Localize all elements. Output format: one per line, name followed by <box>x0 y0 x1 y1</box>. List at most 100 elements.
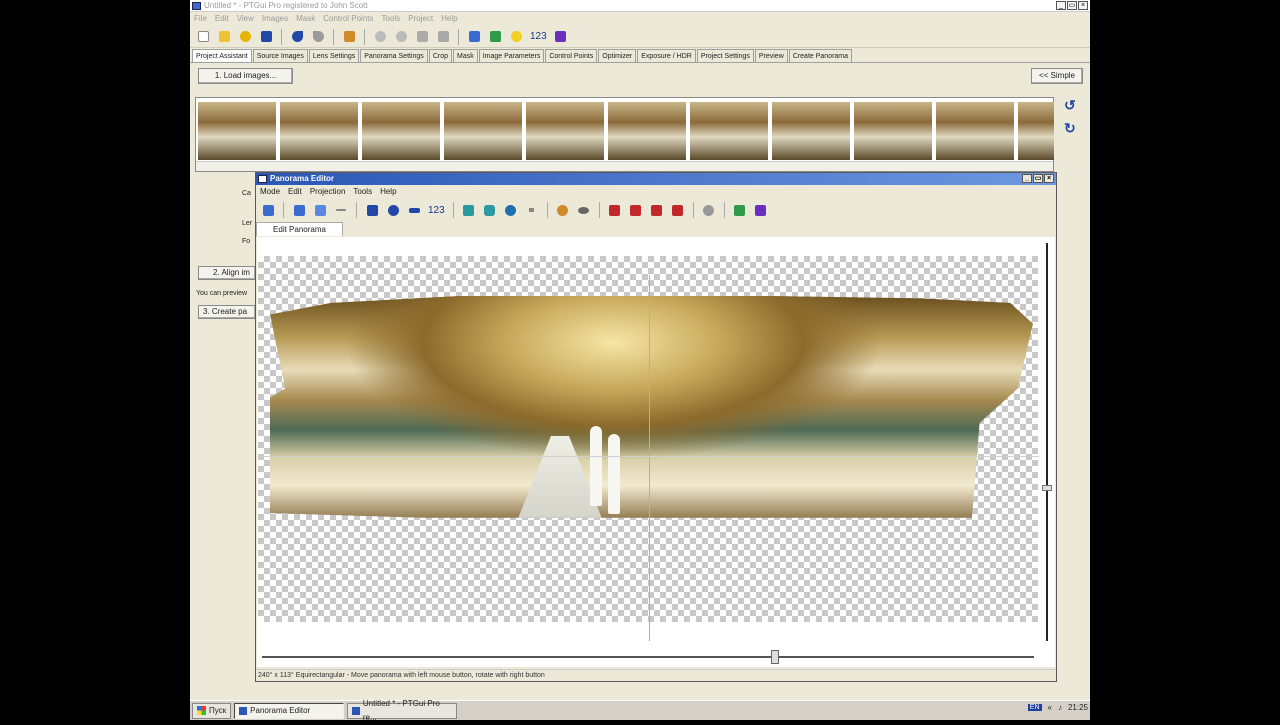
volume-icon[interactable]: ♪ <box>1058 703 1062 712</box>
menu-help[interactable]: Help <box>380 185 396 198</box>
thumbnail-image[interactable] <box>362 102 440 160</box>
tab-crop[interactable]: Crop <box>428 49 452 62</box>
restore-button[interactable]: ▭ <box>1067 1 1077 10</box>
menu-edit[interactable]: Edit <box>288 185 302 198</box>
select-tool-icon[interactable] <box>259 201 277 219</box>
editor-minimize-button[interactable]: _ <box>1022 174 1032 183</box>
editor-restore-button[interactable]: ▭ <box>1033 174 1043 183</box>
thumbnail-image[interactable] <box>936 102 1014 160</box>
load-images-button[interactable]: 1. Load images... <box>198 68 293 84</box>
right-view-icon[interactable] <box>648 201 666 219</box>
tab-exposure-hdr[interactable]: Exposure / HDR <box>637 49 696 62</box>
zoom-in-icon[interactable] <box>371 28 389 46</box>
editor-close-button[interactable]: × <box>1044 174 1054 183</box>
fov-slider-handle[interactable] <box>771 650 779 664</box>
equirectangular-projection-icon[interactable] <box>502 201 520 219</box>
menu-project[interactable]: Project <box>408 12 433 26</box>
pitch-slider-handle[interactable] <box>1042 485 1052 491</box>
menu-tools[interactable]: Tools <box>382 12 401 26</box>
language-indicator[interactable]: EN <box>1027 704 1042 711</box>
previous-icon[interactable] <box>413 28 431 46</box>
zoom-out-icon[interactable] <box>392 28 410 46</box>
menu-help[interactable]: Help <box>441 12 457 26</box>
save-icon[interactable] <box>257 28 275 46</box>
source-images-strip[interactable] <box>195 97 1054 172</box>
tab-optimizer[interactable]: Optimizer <box>598 49 637 62</box>
menu-view[interactable]: View <box>237 12 254 26</box>
create-panorama-button[interactable]: 3. Create pa <box>198 305 256 319</box>
tab-lens-settings[interactable]: Lens Settings <box>308 49 360 62</box>
new-project-icon[interactable] <box>194 28 212 46</box>
level-icon[interactable] <box>405 201 423 219</box>
menu-tools[interactable]: Tools <box>353 185 372 198</box>
menu-images[interactable]: Images <box>262 12 288 26</box>
open-project-icon[interactable] <box>215 28 233 46</box>
thumbnail-image[interactable] <box>772 102 850 160</box>
panorama-preview-image[interactable] <box>270 296 1033 518</box>
tab-project-settings[interactable]: Project Settings <box>696 49 754 62</box>
tab-source-images[interactable]: Source Images <box>252 49 308 62</box>
panorama-canvas[interactable] <box>257 237 1055 667</box>
fit-panorama-icon[interactable] <box>363 201 381 219</box>
tab-project-assistant[interactable]: Project Assistant <box>192 49 252 62</box>
left-view-icon[interactable] <box>627 201 645 219</box>
open-recent-icon[interactable] <box>236 28 254 46</box>
menu-mode[interactable]: Mode <box>260 185 280 198</box>
taskbar-item-panorama-editor[interactable]: Panorama Editor <box>234 702 345 719</box>
close-button[interactable]: × <box>1078 1 1088 10</box>
tab-panorama-settings[interactable]: Panorama Settings <box>360 49 428 62</box>
start-button[interactable]: Пуск <box>192 702 232 719</box>
tab-control-points[interactable]: Control Points <box>545 49 598 62</box>
tab-create-panorama[interactable]: Create Panorama <box>788 49 853 62</box>
image-layers-icon[interactable] <box>290 201 308 219</box>
lightbulb-icon[interactable] <box>507 28 525 46</box>
image-number-icon[interactable] <box>700 201 718 219</box>
thumbnail-image[interactable] <box>690 102 768 160</box>
thumbnail-image[interactable] <box>854 102 932 160</box>
undo-icon[interactable] <box>288 28 306 46</box>
window-icon[interactable] <box>731 201 749 219</box>
taskbar-item-ptgui[interactable]: Untitled * - PTGui Pro re... <box>347 699 458 722</box>
thumbnail-image[interactable] <box>198 102 276 160</box>
menu-mask[interactable]: Mask <box>296 12 315 26</box>
menu-control-points[interactable]: Control Points <box>323 12 373 26</box>
batch-icon[interactable] <box>752 201 770 219</box>
next-icon[interactable] <box>434 28 452 46</box>
batch-stitcher-icon[interactable] <box>552 28 570 46</box>
zoom-icon[interactable] <box>554 201 572 219</box>
tab-edit-panorama[interactable]: Edit Panorama <box>256 222 343 236</box>
rectilinear-projection-icon[interactable] <box>460 201 478 219</box>
thumbnail-image[interactable] <box>526 102 604 160</box>
tray-expand-icon[interactable]: « <box>1048 703 1052 712</box>
redo-icon[interactable] <box>309 28 327 46</box>
menu-file[interactable]: File <box>194 12 207 26</box>
crosshair-icon[interactable] <box>332 201 350 219</box>
thumbnail-image[interactable] <box>280 102 358 160</box>
minimize-button[interactable]: _ <box>1056 1 1066 10</box>
numbers-icon[interactable]: 123 <box>528 31 549 42</box>
menu-projection[interactable]: Projection <box>310 185 346 198</box>
pitch-slider-track[interactable] <box>1046 243 1048 641</box>
tab-preview[interactable]: Preview <box>754 49 788 62</box>
center-point-icon[interactable] <box>384 201 402 219</box>
menu-edit[interactable]: Edit <box>215 12 229 26</box>
strip-scrollbar[interactable] <box>196 161 1053 171</box>
align-images-icon[interactable] <box>340 28 358 46</box>
thumbnail-image[interactable] <box>1018 102 1054 160</box>
cylindrical-projection-icon[interactable] <box>481 201 499 219</box>
back-view-icon[interactable] <box>669 201 687 219</box>
simple-mode-button[interactable]: << Simple <box>1031 68 1083 84</box>
preview-eye-icon[interactable] <box>575 201 593 219</box>
tab-mask[interactable]: Mask <box>453 49 478 62</box>
numbers-icon[interactable]: 123 <box>426 205 447 216</box>
table-icon[interactable] <box>486 28 504 46</box>
projection-dropdown-icon[interactable] <box>523 201 541 219</box>
thumbnail-image[interactable] <box>608 102 686 160</box>
drag-mode-icon[interactable] <box>311 201 329 219</box>
flat-view-icon[interactable] <box>606 201 624 219</box>
panorama-editor-icon[interactable] <box>465 28 483 46</box>
thumbnail-image[interactable] <box>444 102 522 160</box>
rotate-right-icon[interactable]: ↻ <box>1064 120 1076 137</box>
tab-image-parameters[interactable]: Image Parameters <box>478 49 545 62</box>
align-images-button[interactable]: 2. Align im <box>198 266 256 280</box>
